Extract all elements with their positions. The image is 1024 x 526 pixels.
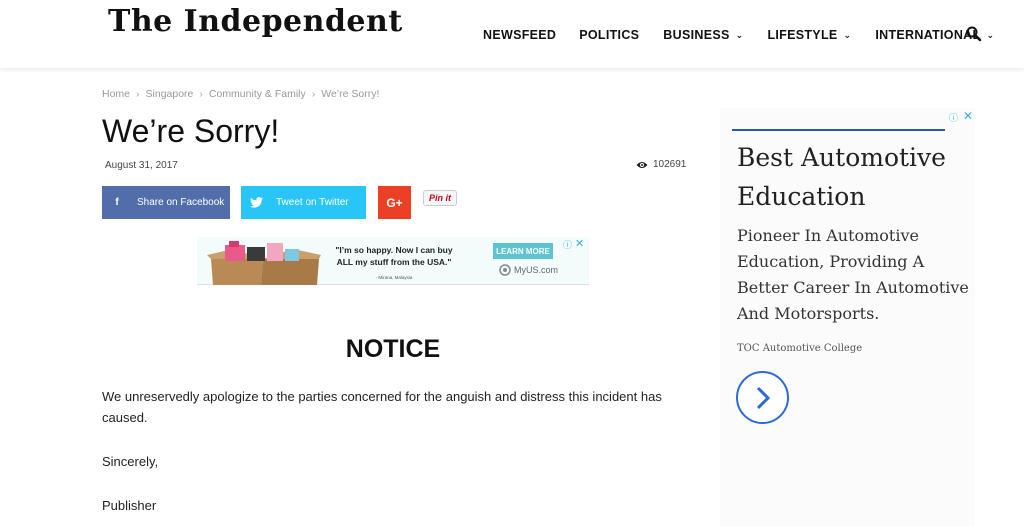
adchoices-icon[interactable]: ⓘ [949, 111, 958, 124]
nav-item-lifestyle[interactable]: LIFESTYLE ⌄ [767, 28, 851, 42]
chevron-down-icon: ⌄ [986, 29, 995, 40]
view-count: 102691 [636, 159, 686, 170]
signature-text: Publisher [102, 498, 157, 513]
breadcrumb-community[interactable]: Community & Family [209, 88, 306, 100]
nav-item-newsfeed[interactable]: NEWSFEED [483, 28, 556, 42]
nav-label: POLITICS [579, 28, 640, 42]
shopping-box-image [207, 241, 321, 285]
twitter-icon [241, 197, 271, 208]
nav-item-politics[interactable]: POLITICS [579, 28, 639, 42]
learn-more-button[interactable]: LEARN MORE [493, 243, 553, 259]
side-ad[interactable]: ⓘ ✕ Best Automotive Education Pioneer In… [720, 108, 975, 526]
banner-attribution: - Mirana, Malaysia [375, 275, 413, 280]
closing-text: Sincerely, [102, 454, 159, 469]
breadcrumb-separator: › [136, 88, 140, 100]
pinterest-label: Pin it [429, 193, 451, 203]
chevron-right-icon [756, 386, 770, 409]
myus-logo-icon [499, 264, 511, 276]
apology-paragraph: We unreservedly apologize to the parties… [102, 389, 662, 425]
breadcrumb: Home › Singapore › Community & Family › … [102, 88, 379, 100]
chevron-down-icon: ⌄ [843, 29, 852, 40]
eye-icon [636, 161, 648, 168]
banner-brand-label: MyUS.com [514, 265, 559, 275]
adchoices-icon[interactable]: ⓘ [563, 238, 572, 251]
facebook-icon: f [115, 197, 119, 208]
banner-brand: MyUS.com [499, 264, 558, 276]
view-count-value: 102691 [653, 159, 687, 170]
close-icon[interactable]: ✕ [575, 237, 584, 250]
publish-date: August 31, 2017 [105, 160, 178, 171]
breadcrumb-current: We’re Sorry! [321, 88, 380, 100]
site-header: The Independent NEWSFEED POLITICS BUSINE… [0, 0, 1024, 68]
nav-label: INTERNATIONAL [875, 28, 981, 42]
ad-description: Pioneer In Automotive Education, Providi… [737, 226, 969, 323]
search-icon[interactable] [966, 26, 982, 42]
banner-quote: "I’m so happy. Now I can buy ALL my stuf… [335, 245, 453, 267]
ad-top-divider [732, 129, 945, 131]
nav-label: BUSINESS [663, 28, 730, 42]
breadcrumb-home[interactable]: Home [102, 88, 130, 100]
ad-open-button[interactable] [736, 371, 789, 424]
share-facebook-label: Share on Facebook [137, 197, 225, 208]
breadcrumb-singapore[interactable]: Singapore [146, 88, 194, 100]
main-nav: NEWSFEED POLITICS BUSINESS ⌄ LIFESTYLE ⌄… [483, 28, 994, 42]
chevron-down-icon: ⌄ [735, 29, 744, 40]
ad-headline[interactable]: Best Automotive Education [737, 138, 967, 216]
close-icon[interactable]: ✕ [963, 109, 973, 123]
share-facebook-button[interactable]: f Share on Facebook [102, 186, 230, 219]
notice-heading: NOTICE [345, 335, 441, 363]
share-googleplus-button[interactable]: G+ [378, 186, 411, 219]
breadcrumb-separator: › [199, 88, 203, 100]
nav-label: LIFESTYLE [767, 28, 838, 42]
banner-ad[interactable]: "I’m so happy. Now I can buy ALL my stuf… [197, 237, 589, 285]
breadcrumb-separator: › [311, 88, 316, 100]
pinterest-button[interactable]: Pin it [423, 190, 457, 206]
share-twitter-button[interactable]: Tweet on Twitter [241, 186, 366, 219]
share-twitter-label: Tweet on Twitter [276, 197, 349, 208]
nav-label: NEWSFEED [483, 28, 557, 42]
googleplus-icon: G+ [386, 195, 403, 210]
nav-item-business[interactable]: BUSINESS ⌄ [663, 28, 743, 42]
site-logo[interactable]: The Independent [108, 4, 403, 39]
page-title: We’re Sorry! [102, 113, 280, 149]
ad-advertiser: TOC Automotive College [737, 343, 863, 354]
